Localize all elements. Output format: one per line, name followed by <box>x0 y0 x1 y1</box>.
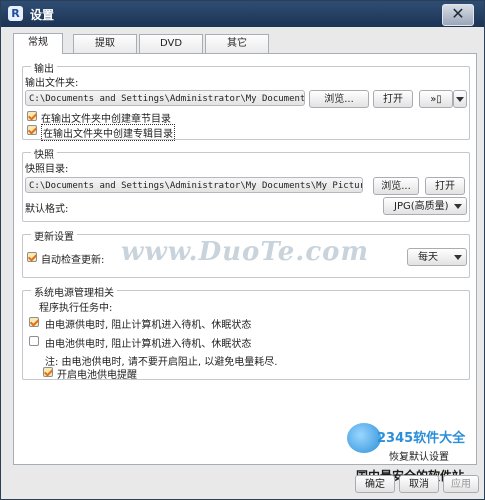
snapshot-format-value: JPG(高质量) <box>394 201 449 212</box>
battery-power-checkbox[interactable] <box>29 336 39 346</box>
power-legend: 系统电源管理相关 <box>31 284 117 299</box>
chevron-down-icon <box>454 204 462 209</box>
site-brand: 2345软件大全 <box>377 431 466 446</box>
battery-alert-checkbox[interactable] <box>43 367 53 377</box>
snapshot-dir-label: 快照目录: <box>25 164 69 175</box>
ac-power-checkbox[interactable] <box>29 317 39 327</box>
snapshot-format-label: 默认格式: <box>25 204 69 215</box>
output-folder-label: 输出文件夹: <box>25 78 79 89</box>
device-export-icon: »▯ <box>430 94 442 105</box>
album-dir-checkbox[interactable] <box>27 125 37 135</box>
snapshot-dir-path[interactable]: C:\Documents and Settings\Administrator\… <box>25 177 363 193</box>
album-dir-label: 在输出文件夹中创建专辑目录 <box>41 124 175 141</box>
tab-general[interactable]: 常规 <box>13 33 63 54</box>
ok-button[interactable]: 确定 <box>355 475 395 493</box>
tab-other[interactable]: 其它 <box>205 34 269 53</box>
battery-power-label: 由电池供电时, 阻止计算机进入待机、休眠状态 <box>45 339 252 350</box>
watermark-text: www.DuoTe.com <box>121 237 370 267</box>
title-bar[interactable]: R 设置 ✕ <box>1 1 484 27</box>
close-icon: ✕ <box>451 4 465 23</box>
update-frequency-select[interactable]: 每天 <box>407 248 467 266</box>
output-folder-path[interactable]: C:\Documents and Settings\Administrator\… <box>25 90 305 106</box>
snapshot-format-select[interactable]: JPG(高质量) <box>383 197 467 215</box>
chevron-down-icon <box>456 97 464 102</box>
snapshot-open-button[interactable]: 打开 <box>425 177 465 195</box>
output-open-button[interactable]: 打开 <box>373 90 413 108</box>
cancel-button[interactable]: 取消 <box>399 475 439 493</box>
output-browse-button[interactable]: 浏览... <box>309 90 369 108</box>
power-group: 系统电源管理相关 程序执行任务中: 由电源供电时, 阻止计算机进入待机、休眠状态… <box>22 284 470 381</box>
restore-defaults-link[interactable]: 恢复默认设置 <box>389 448 449 463</box>
chapter-dir-checkbox[interactable] <box>27 111 37 121</box>
ac-power-label: 由电源供电时, 阻止计算机进入待机、休眠状态 <box>45 320 252 331</box>
settings-dialog: R 设置 ✕ 常规 提取 DVD 其它 输出 输出文件夹: C:\Documen… <box>0 0 485 500</box>
window-title: 设置 <box>30 8 55 22</box>
apply-button[interactable]: 应用 <box>443 475 479 493</box>
auto-update-checkbox[interactable] <box>27 252 37 262</box>
close-button[interactable]: ✕ <box>442 4 474 26</box>
power-subtitle: 程序执行任务中: <box>39 303 113 314</box>
update-frequency-value: 每天 <box>418 252 438 263</box>
device-dropdown-button[interactable] <box>453 90 467 108</box>
output-group: 输出 输出文件夹: C:\Documents and Settings\Admi… <box>22 60 470 141</box>
mascot-icon <box>347 423 381 453</box>
snapshot-browse-button[interactable]: 浏览... <box>373 177 419 195</box>
output-legend: 输出 <box>31 60 57 75</box>
app-logo-icon: R <box>8 6 23 21</box>
update-legend: 更新设置 <box>31 228 77 243</box>
tab-extract[interactable]: 提取 <box>73 34 137 53</box>
chapter-dir-label: 在输出文件夹中创建章节目录 <box>41 114 171 125</box>
tab-dvd[interactable]: DVD <box>139 34 203 53</box>
send-to-device-button[interactable]: »▯ <box>419 90 453 108</box>
chevron-down-icon <box>454 255 462 260</box>
auto-update-label: 自动检查更新: <box>41 255 105 266</box>
battery-alert-label: 开启电池供电提醒 <box>57 370 137 381</box>
snapshot-legend: 快照 <box>31 146 57 161</box>
snapshot-group: 快照 快照目录: C:\Documents and Settings\Admin… <box>22 146 470 222</box>
